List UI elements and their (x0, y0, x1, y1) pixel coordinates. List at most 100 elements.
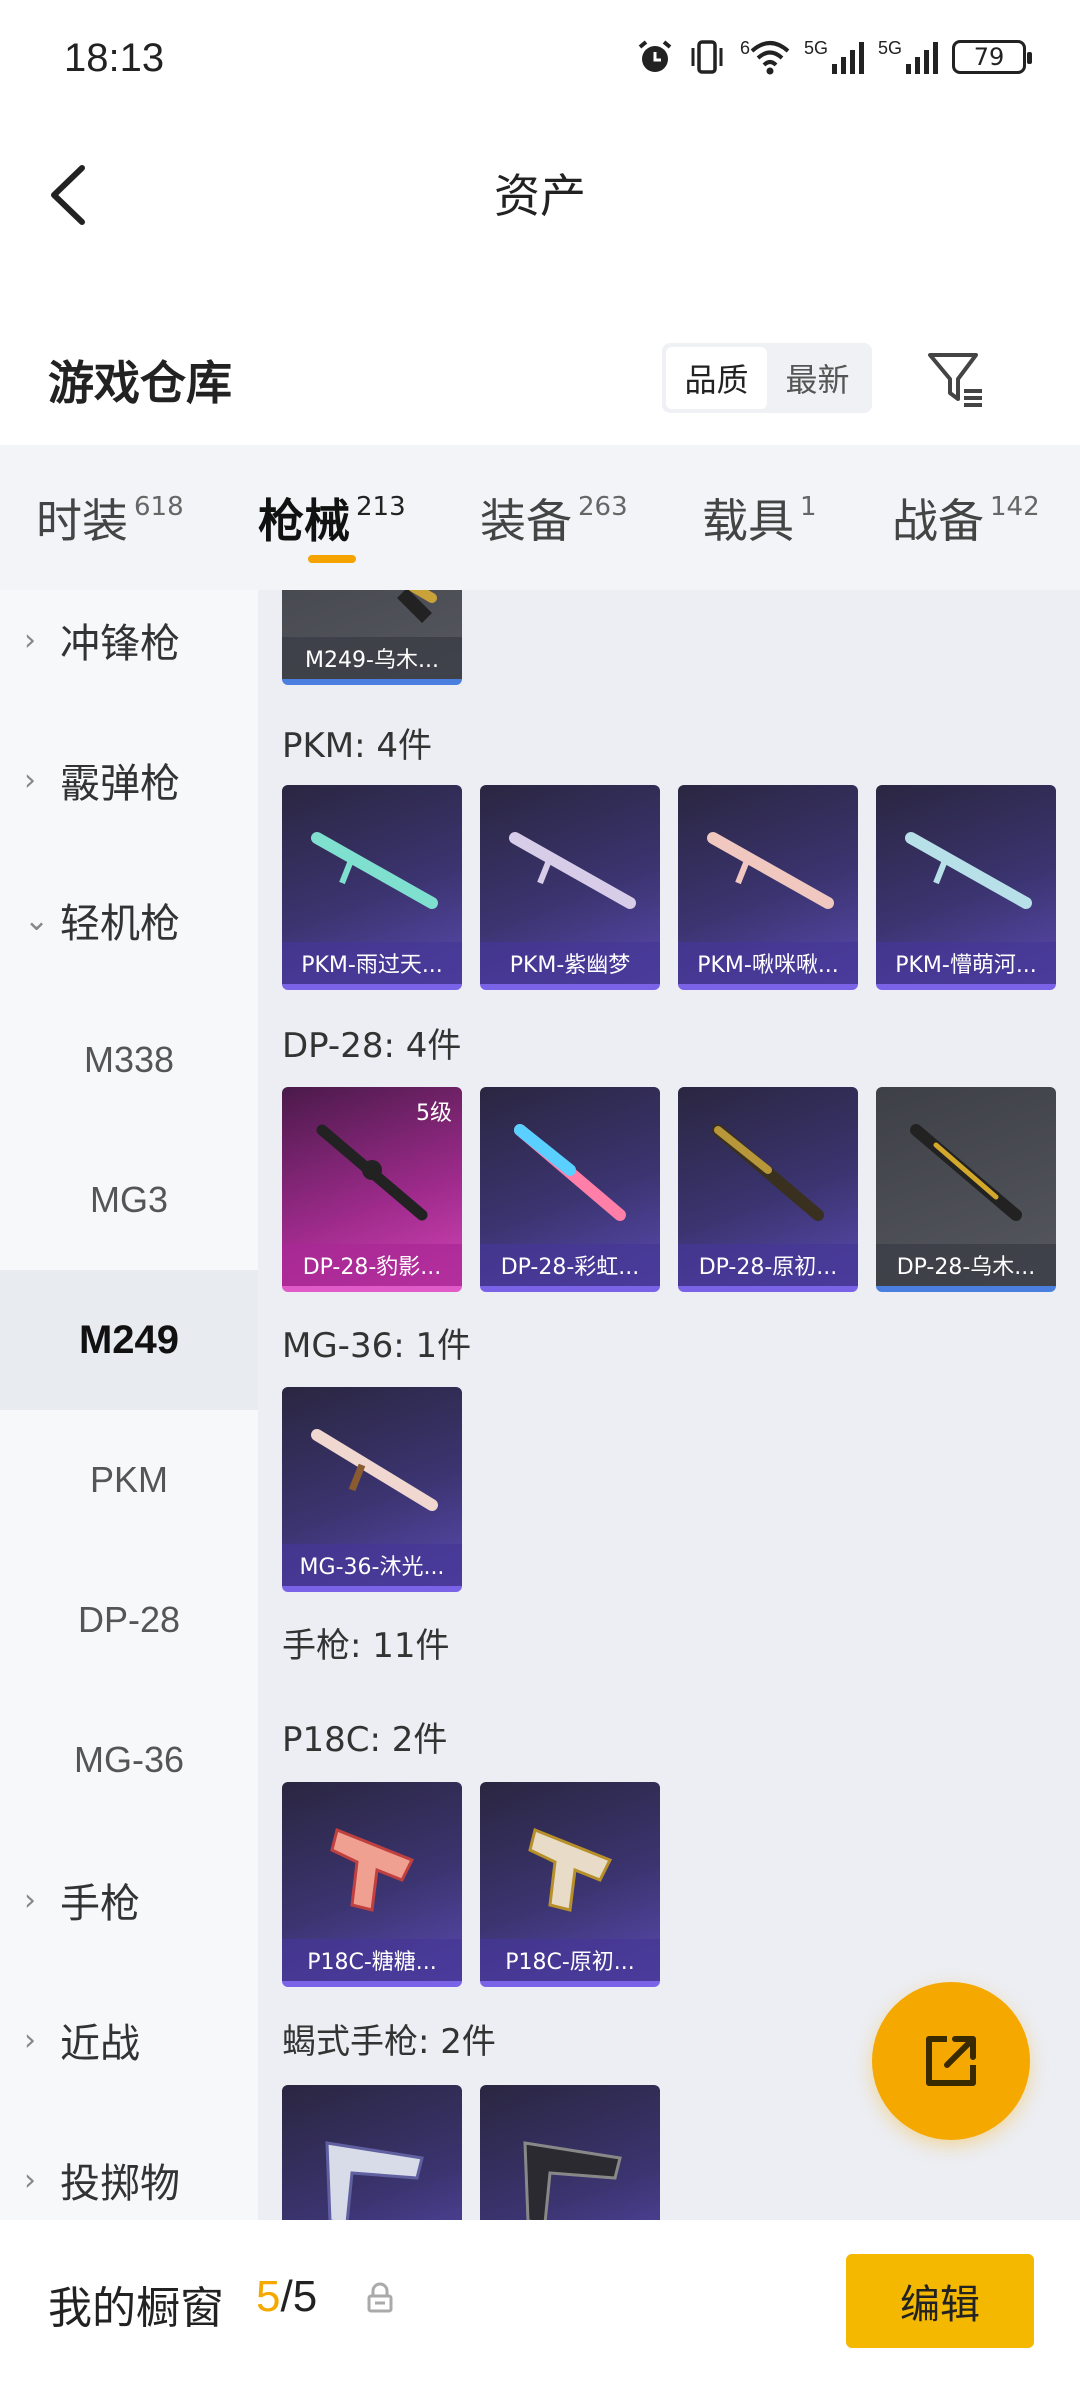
active-tab-indicator (308, 555, 356, 563)
lmg-icon (311, 832, 438, 909)
signal-icon-1 (831, 40, 864, 74)
group-label-pkm: PKM: 4件 (282, 726, 433, 766)
vibrate-icon (691, 40, 723, 74)
item-card[interactable]: PKM-懵萌河... (876, 785, 1056, 990)
sidebar-item-throwable[interactable]: › 投掷物 (0, 2110, 258, 2220)
tab-count: 263 (578, 491, 628, 522)
bottom-bar: 我的橱窗 5/5 编辑 (0, 2220, 1080, 2382)
lmg-icon (905, 832, 1032, 909)
item-name: PKM-紫幽梦 (480, 942, 660, 984)
item-name: DP-28-彩虹... (480, 1244, 660, 1286)
category-tabs: 时装 618 枪械 213 装备 263 载具 1 战备 142 (0, 445, 1080, 590)
lmg-icon (397, 590, 437, 623)
tab-vehicles[interactable]: 载具 1 (702, 485, 817, 551)
item-card[interactable]: PKM-雨过天... (282, 785, 462, 990)
tab-label: 载具 (702, 494, 794, 548)
battery-level: 79 (973, 43, 1005, 71)
item-card[interactable]: P18C-糖糖... (282, 1782, 462, 1987)
tab-count: 142 (990, 491, 1040, 522)
wifi-version-label: 6 (739, 38, 750, 58)
item-name: DP-28-豹影... (282, 1244, 462, 1286)
network-label-2: 5G (877, 38, 902, 58)
page-title: 资产 (494, 169, 586, 223)
item-name: PKM-啾咪啾... (678, 942, 858, 984)
tab-label: 战备 (892, 494, 984, 548)
share-button[interactable] (872, 1982, 1030, 2140)
item-name: M249-乌木... (282, 637, 462, 679)
item-card[interactable]: M249-乌木... (282, 590, 462, 685)
tab-count: 213 (356, 491, 406, 522)
showcase-count: 5/5 (256, 2272, 317, 2322)
nav-bar: 资产 (0, 120, 1080, 265)
item-name: DP-28-原初... (678, 1244, 858, 1286)
sidebar-item-pkm[interactable]: PKM (0, 1410, 258, 1550)
item-card[interactable]: DP-28-原初... (678, 1087, 858, 1292)
tab-fashion[interactable]: 时装 618 (36, 485, 184, 551)
chevron-right-icon: › (24, 762, 36, 798)
sidebar-item-lmg[interactable]: ⌄ 轻机枪 (0, 850, 258, 990)
status-icons: 6 5G 5G 79 (636, 38, 1032, 76)
status-time: 18:13 (64, 36, 165, 80)
tab-firearms[interactable]: 枪械 213 (258, 485, 406, 551)
sort-quality-button[interactable]: 品质 (666, 347, 767, 409)
showcase-current: 5 (256, 2272, 281, 2321)
status-bar: 18:13 6 5G 5G 79 (0, 0, 1080, 120)
item-card[interactable]: DP-28-乌木... (876, 1087, 1056, 1292)
group-label-pistol: 手枪: 11件 (282, 1626, 450, 1666)
lock-icon (367, 2282, 393, 2313)
item-card[interactable]: DP-28-彩虹... (480, 1087, 660, 1292)
pistol-icon (330, 1827, 415, 1912)
tab-count: 1 (800, 491, 817, 522)
lmg-icon (509, 832, 636, 909)
sidebar-item-melee[interactable]: › 近战 (0, 1970, 258, 2110)
sidebar-item-label: 近战 (60, 2021, 140, 2067)
lmg-icon (514, 1124, 626, 1221)
item-card[interactable]: PKM-啾咪啾... (678, 785, 858, 990)
share-icon (926, 2036, 976, 2086)
item-card[interactable] (282, 2085, 462, 2220)
group-label-mg36: MG-36: 1件 (282, 1326, 472, 1366)
pistol-icon (325, 2141, 424, 2220)
showcase-label: 我的橱窗 (48, 2283, 224, 2334)
item-name: P18C-原初... (480, 1939, 660, 1981)
pistol-icon (528, 1827, 613, 1912)
sidebar-item-label: 手枪 (60, 1881, 140, 1927)
sidebar-item-pistol[interactable]: › 手枪 (0, 1830, 258, 1970)
lmg-icon (910, 1124, 1022, 1221)
tab-supplies[interactable]: 战备 142 (892, 485, 1040, 551)
tab-count: 618 (134, 491, 184, 522)
sidebar-item-mg36[interactable]: MG-36 (0, 1690, 258, 1830)
chevron-right-icon: › (24, 1882, 36, 1918)
sidebar-item-dp28[interactable]: DP-28 (0, 1550, 258, 1690)
edit-button[interactable]: 编辑 (846, 2254, 1034, 2348)
lmg-icon (707, 832, 834, 909)
sort-latest-button[interactable]: 最新 (767, 347, 868, 409)
alarm-icon (638, 40, 672, 72)
network-label-1: 5G (803, 38, 828, 58)
sidebar-item-m249[interactable]: M249 (0, 1270, 258, 1410)
weapon-type-sidebar: › 冲锋枪 › 霰弹枪 ⌄ 轻机枪 M338 MG3 M249 PKM DP-28 M… (0, 590, 258, 2220)
item-card[interactable]: P18C-原初... (480, 1782, 660, 1987)
item-card[interactable]: MG-36-沐光... (282, 1387, 462, 1592)
filter-icon[interactable] (924, 347, 988, 411)
item-card[interactable] (480, 2085, 660, 2220)
item-name: PKM-雨过天... (282, 942, 462, 984)
group-label-scorpion: 蝎式手枪: 2件 (282, 2022, 496, 2062)
chevron-right-icon: › (24, 2162, 36, 2198)
sidebar-item-label: 霰弹枪 (60, 761, 180, 807)
item-card[interactable]: PKM-紫幽梦 (480, 785, 660, 990)
weapon-content: M249-乌木... PKM: 4件 PKM-雨过天... PKM-紫幽梦 PK… (258, 590, 1080, 2220)
sidebar-item-shotgun[interactable]: › 霰弹枪 (0, 710, 258, 850)
sidebar-item-mg3[interactable]: MG3 (0, 1130, 258, 1270)
sidebar-item-label: 投掷物 (60, 2161, 180, 2207)
sidebar-item-m338[interactable]: M338 (0, 990, 258, 1130)
tab-label: 时装 (36, 494, 128, 548)
tab-label: 装备 (480, 494, 572, 548)
pistol-icon (523, 2141, 622, 2220)
tab-equipment[interactable]: 装备 263 (480, 485, 628, 551)
item-card[interactable]: 5级 DP-28-豹影... (282, 1087, 462, 1292)
signal-icon-2 (906, 40, 938, 74)
sidebar-item-smg[interactable]: › 冲锋枪 (0, 590, 258, 710)
chevron-right-icon: › (24, 622, 36, 658)
warehouse-header: 游戏仓库 品质 最新 (0, 265, 1080, 445)
